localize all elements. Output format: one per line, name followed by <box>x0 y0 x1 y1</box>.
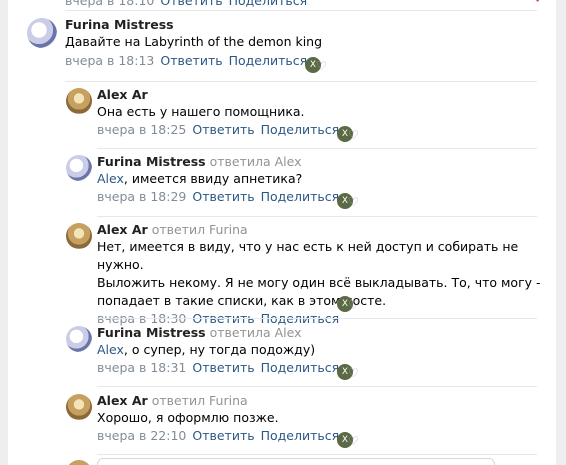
comment-time[interactable]: вчера в 18:29 <box>97 189 186 204</box>
heart-icon[interactable]: ♡ <box>348 367 360 379</box>
reply-to-label[interactable]: ответила Alex <box>210 154 302 169</box>
reply-to-label[interactable]: ответил Furina <box>152 222 248 237</box>
comment: Furina Mistress ответила Alex Alex, о су… <box>97 325 537 375</box>
like-widget[interactable]: X ♡ <box>305 57 329 73</box>
comment: Alex Ar ответил Furina Хорошо, я оформлю… <box>97 393 537 443</box>
comment-author[interactable]: Alex Ar <box>97 222 148 237</box>
separator <box>65 10 537 11</box>
share-link[interactable]: Поделиться <box>229 0 308 8</box>
comment-time[interactable]: вчера в 18:31 <box>97 360 186 375</box>
separator <box>97 318 537 319</box>
like-widget[interactable]: X ♡ <box>337 296 361 312</box>
comment-author[interactable]: Alex Ar <box>97 393 148 408</box>
share-link[interactable]: Поделиться <box>261 360 340 375</box>
share-link[interactable]: Поделиться <box>261 428 340 443</box>
heart-icon[interactable]: ♡ <box>348 435 360 447</box>
avatar[interactable] <box>66 155 92 181</box>
reply-to-label[interactable]: ответил Furina <box>152 393 248 408</box>
avatar[interactable] <box>66 88 92 114</box>
reply-link[interactable]: Ответить <box>160 0 222 8</box>
heart-icon[interactable]: ♡ <box>348 299 360 311</box>
comment-text: Давайте на Labyrinth of the demon king <box>65 34 323 49</box>
reply-link[interactable]: Ответить <box>160 53 222 68</box>
comment-author[interactable]: Furina Mistress <box>65 17 545 32</box>
comments-panel: вчера в 18:10 Ответить Поделиться ♥ Furina… <box>8 0 556 465</box>
avatar[interactable] <box>66 326 92 352</box>
separator <box>97 386 537 387</box>
comment-meta: вчера в 22:10 Ответить Поделиться <box>97 428 537 443</box>
reply-link[interactable]: Ответить <box>192 189 254 204</box>
comment-text-line: Выложить некому. Я не могу один всё выкл… <box>97 275 541 290</box>
comment-text-line: попадает в такие списки, как в этом пост… <box>97 293 387 308</box>
like-widget[interactable]: X ♡ <box>337 193 361 209</box>
like-widget[interactable]: X ♡ <box>337 364 361 380</box>
reply-link[interactable]: Ответить <box>192 428 254 443</box>
mention-link[interactable]: Alex <box>97 342 124 357</box>
separator <box>97 148 537 149</box>
comment-text-body: , о супер, ну тогда подожду) <box>123 342 316 357</box>
comment-text-body: , имеется ввиду апнетика? <box>123 171 303 186</box>
comment-time[interactable]: вчера в 22:10 <box>97 428 186 443</box>
separator <box>97 216 537 217</box>
previous-comment-meta: вчера в 18:10 Ответить Поделиться ♥ <box>65 0 545 9</box>
comment-meta: вчера в 18:29 Ответить Поделиться <box>97 189 537 204</box>
comment-text: Нет, имеется в виду, что у нас есть к не… <box>97 238 542 310</box>
heart-icon[interactable]: ♡ <box>316 60 328 72</box>
comment: Furina Mistress ответила Alex Alex, имее… <box>97 154 537 204</box>
comment-author[interactable]: Furina Mistress <box>97 325 206 340</box>
heart-icon[interactable]: ♡ <box>348 196 360 208</box>
comment-text-line: Нет, имеется в виду, что у нас есть к не… <box>97 239 519 272</box>
comment-text: Она есть у нашего помощника. <box>97 104 305 119</box>
comment: Alex Ar ответил Furina Нет, имеется в ви… <box>97 222 542 326</box>
separator <box>97 454 537 455</box>
heart-icon[interactable]: ♥ <box>532 0 543 5</box>
comment-text: Alex, о супер, ну тогда подожду) <box>97 341 537 359</box>
heart-icon[interactable]: ♡ <box>348 129 360 141</box>
comment-time[interactable]: вчера в 18:13 <box>65 53 154 68</box>
comment-meta: вчера в 18:25 Ответить Поделиться <box>97 122 537 137</box>
reply-to-label[interactable]: ответила Alex <box>210 325 302 340</box>
comment-meta: вчера в 18:31 Ответить Поделиться <box>97 360 537 375</box>
comment-text: Alex, имеется ввиду апнетика? <box>97 170 537 188</box>
separator <box>65 81 537 82</box>
avatar[interactable] <box>27 18 57 48</box>
comment-time: вчера в 18:10 <box>65 0 155 8</box>
reply-link[interactable]: Ответить <box>192 122 254 137</box>
mention-link[interactable]: Alex <box>97 171 124 186</box>
share-link[interactable]: Поделиться <box>229 53 308 68</box>
comment-text: Хорошо, я оформлю позже. <box>97 410 279 425</box>
comment-author[interactable]: Furina Mistress <box>97 154 206 169</box>
reply-input[interactable] <box>97 458 495 465</box>
avatar[interactable] <box>66 223 92 249</box>
share-link[interactable]: Поделиться <box>261 122 340 137</box>
comment-time[interactable]: вчера в 18:25 <box>97 122 186 137</box>
like-widget[interactable]: X ♡ <box>337 126 361 142</box>
comment: Alex Ar Она есть у нашего помощника. вче… <box>97 87 537 137</box>
like-widget[interactable]: X ♡ <box>337 432 361 448</box>
reply-link[interactable]: Ответить <box>192 360 254 375</box>
comment-author[interactable]: Alex Ar <box>97 87 537 102</box>
share-link[interactable]: Поделиться <box>261 189 340 204</box>
avatar[interactable] <box>66 394 92 420</box>
avatar <box>66 460 92 465</box>
